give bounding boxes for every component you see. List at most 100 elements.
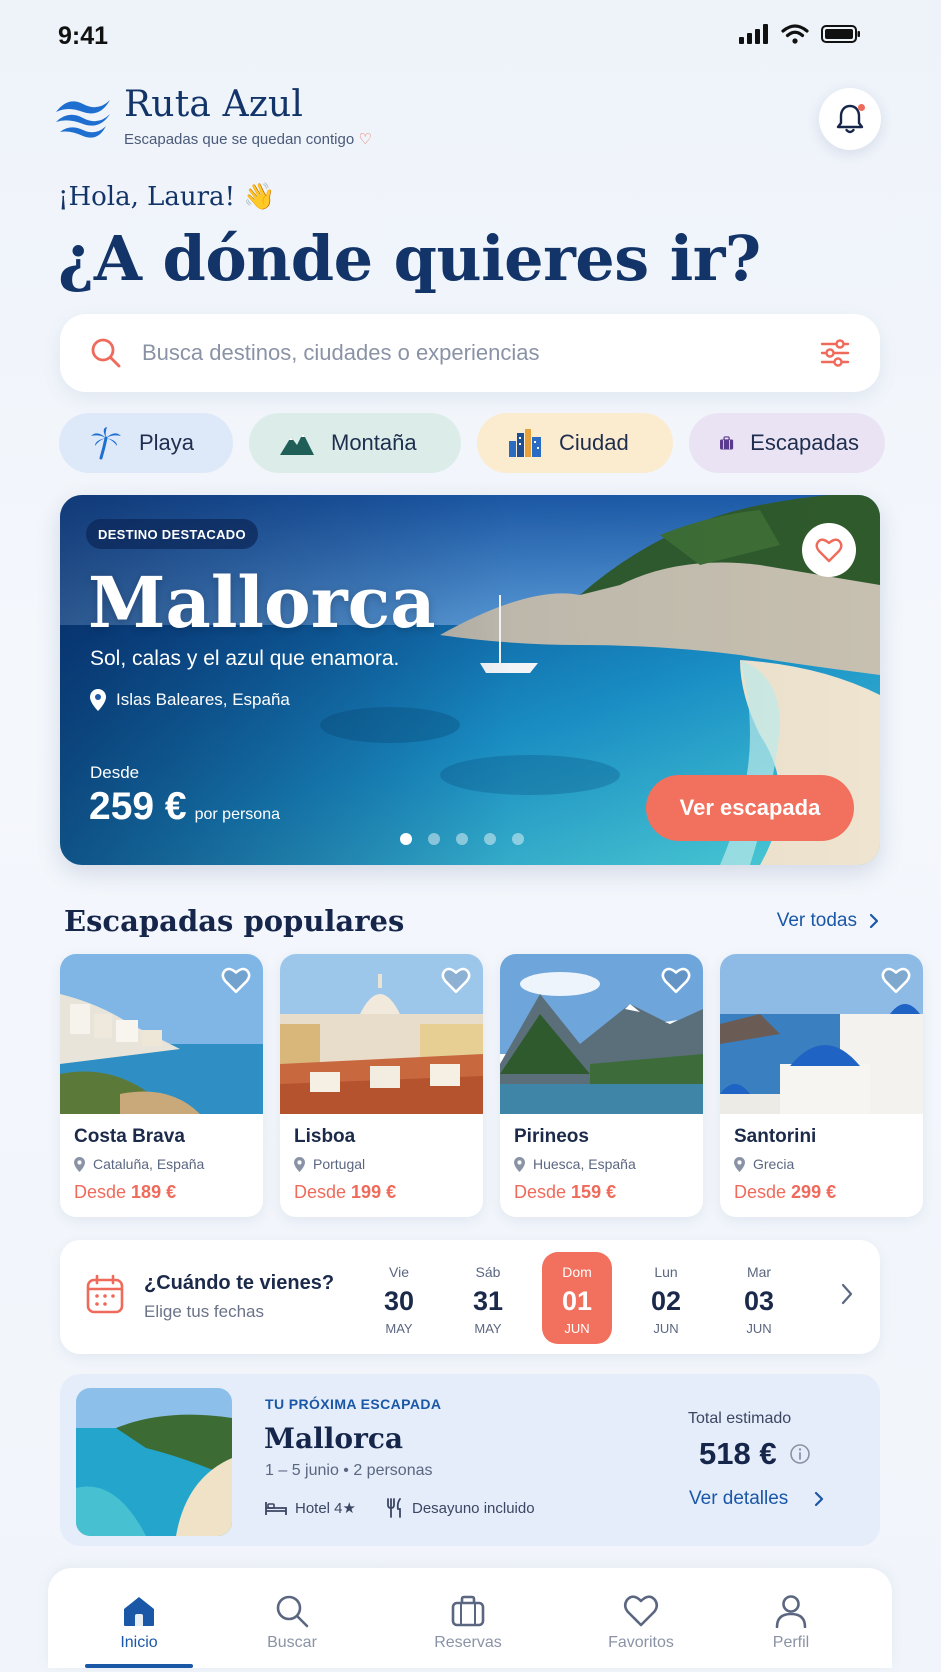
active-tab-indicator bbox=[85, 1664, 193, 1668]
featured-title: Mallorca bbox=[88, 561, 436, 644]
search-icon bbox=[276, 1595, 309, 1628]
heart-icon[interactable] bbox=[441, 966, 471, 994]
info-icon[interactable] bbox=[789, 1443, 811, 1465]
see-all-link[interactable]: Ver todas bbox=[777, 910, 879, 932]
tab-buscar[interactable]: Buscar bbox=[237, 1594, 347, 1652]
date-option[interactable]: Mar 03 JUN bbox=[724, 1252, 794, 1344]
favorite-button[interactable] bbox=[802, 523, 856, 577]
chip-label: Ciudad bbox=[559, 430, 629, 455]
card-location: Cataluña, España bbox=[74, 1156, 204, 1172]
chevron-right-icon[interactable] bbox=[840, 1282, 854, 1306]
filter-sliders-icon[interactable] bbox=[820, 338, 850, 368]
chip-escapadas[interactable]: Escapadas bbox=[689, 413, 885, 473]
date-weekday: Mar bbox=[746, 1264, 772, 1280]
bottom-tab-bar: Inicio Buscar Reservas Favoritos Perfil bbox=[48, 1568, 892, 1668]
location-pin-icon bbox=[734, 1156, 745, 1172]
carousel-dot[interactable] bbox=[512, 833, 524, 845]
status-time: 9:41 bbox=[58, 22, 109, 50]
card-title: Pirineos bbox=[514, 1126, 589, 1147]
carousel-dot[interactable] bbox=[428, 833, 440, 845]
featured-from-label: Desde bbox=[90, 763, 140, 782]
date-number: 02 bbox=[650, 1286, 682, 1316]
status-bar: 9:41 bbox=[0, 0, 941, 72]
carousel-dots bbox=[400, 833, 524, 845]
view-getaway-button[interactable]: Ver escapada bbox=[646, 775, 854, 841]
location-pin-icon bbox=[90, 689, 106, 711]
heart-icon[interactable] bbox=[221, 966, 251, 994]
city-icon bbox=[509, 429, 541, 457]
chip-montana[interactable]: Montaña bbox=[249, 413, 461, 473]
card-price-amount: 159 € bbox=[571, 1182, 617, 1202]
palm-tree-icon bbox=[91, 427, 121, 460]
date-weekday: Vie bbox=[389, 1264, 409, 1280]
next-trip-label: TU PRÓXIMA ESCAPADA bbox=[265, 1396, 442, 1412]
featured-location-text: Islas Baleares, España bbox=[116, 690, 290, 709]
card-price-amount: 199 € bbox=[351, 1182, 397, 1202]
date-option[interactable]: Sáb 31 MAY bbox=[453, 1252, 523, 1344]
breakfast-included: Desayuno incluido bbox=[411, 1499, 535, 1517]
card-price: Desde 189 € bbox=[74, 1182, 176, 1203]
search-input[interactable] bbox=[142, 340, 820, 366]
chip-ciudad[interactable]: Ciudad bbox=[477, 413, 673, 473]
featured-destination-card[interactable]: DESTINO DESTACADO Mallorca Sol, calas y … bbox=[60, 495, 880, 865]
tab-label: Buscar bbox=[267, 1634, 317, 1651]
notifications-button[interactable] bbox=[819, 88, 881, 150]
chip-label: Escapadas bbox=[750, 430, 859, 455]
date-month: JUN bbox=[746, 1321, 772, 1336]
chevron-right-icon bbox=[869, 913, 879, 929]
see-all-label: Ver todas bbox=[776, 910, 857, 931]
page-title: ¿A dónde quieres ir? bbox=[58, 222, 761, 295]
heart-icon[interactable] bbox=[661, 966, 691, 994]
destination-card[interactable]: Santorini Grecia Desde 299 € bbox=[720, 954, 923, 1217]
tab-label: Favoritos bbox=[608, 1634, 674, 1651]
featured-location: Islas Baleares, España bbox=[90, 689, 290, 711]
total-label: Total estimado bbox=[688, 1410, 792, 1427]
brand-tagline: Escapadas que se quedan contigo ♡ bbox=[124, 130, 372, 148]
tab-label: Inicio bbox=[120, 1634, 158, 1651]
card-price-amount: 299 € bbox=[791, 1182, 837, 1202]
tab-favoritos[interactable]: Favoritos bbox=[586, 1594, 696, 1652]
view-details-link[interactable]: Ver detalles bbox=[689, 1488, 824, 1510]
destination-card[interactable]: Costa Brava Cataluña, España Desde 189 € bbox=[60, 954, 263, 1217]
tab-label: Reservas bbox=[434, 1634, 502, 1651]
card-location-text: Huesca, España bbox=[533, 1156, 636, 1172]
destination-card[interactable]: Lisboa Portugal Desde 199 € bbox=[280, 954, 483, 1217]
total-price: 518 € bbox=[699, 1436, 811, 1472]
tab-reservas[interactable]: Reservas bbox=[413, 1594, 523, 1652]
briefcase-icon bbox=[451, 1595, 485, 1627]
greeting: ¡Hola, Laura! 👋 bbox=[58, 182, 276, 212]
battery-icon bbox=[821, 25, 860, 43]
date-number: 03 bbox=[743, 1286, 775, 1316]
card-location: Portugal bbox=[294, 1156, 365, 1172]
featured-badge: DESTINO DESTACADO bbox=[86, 519, 258, 549]
date-weekday: Sáb bbox=[475, 1264, 501, 1280]
carousel-dot[interactable] bbox=[400, 833, 412, 845]
card-price-from: Desde bbox=[734, 1182, 787, 1202]
card-title: Costa Brava bbox=[74, 1126, 185, 1147]
fork-knife-icon bbox=[387, 1498, 401, 1518]
date-option-selected[interactable]: Dom 01 JUN bbox=[542, 1252, 612, 1344]
next-trip-image bbox=[76, 1388, 232, 1536]
carousel-dot[interactable] bbox=[456, 833, 468, 845]
search-bar bbox=[60, 314, 880, 392]
card-price-from: Desde bbox=[514, 1182, 567, 1202]
heart-icon[interactable] bbox=[881, 966, 911, 994]
date-option[interactable]: Vie 30 MAY bbox=[364, 1252, 434, 1344]
chip-playa[interactable]: Playa bbox=[59, 413, 233, 473]
date-number: 30 bbox=[383, 1286, 415, 1316]
suitcase-icon bbox=[720, 436, 734, 450]
card-title: Santorini bbox=[734, 1126, 817, 1147]
search-icon bbox=[91, 338, 121, 368]
card-price-amount: 189 € bbox=[131, 1182, 177, 1202]
card-price-from: Desde bbox=[74, 1182, 127, 1202]
card-location-text: Cataluña, España bbox=[93, 1156, 205, 1172]
next-trip-card[interactable]: TU PRÓXIMA ESCAPADA Mallorca 1 – 5 junio… bbox=[60, 1374, 880, 1546]
destination-card[interactable]: Pirineos Huesca, España Desde 159 € bbox=[500, 954, 703, 1217]
tab-inicio[interactable]: Inicio bbox=[84, 1594, 194, 1652]
date-option[interactable]: Lun 02 JUN bbox=[631, 1252, 701, 1344]
status-icons bbox=[739, 24, 861, 44]
tab-perfil[interactable]: Perfil bbox=[736, 1594, 846, 1652]
brand-header: Ruta Azul Escapadas que se quedan contig… bbox=[52, 86, 372, 148]
carousel-dot[interactable] bbox=[484, 833, 496, 845]
date-month: JUN bbox=[653, 1321, 679, 1336]
